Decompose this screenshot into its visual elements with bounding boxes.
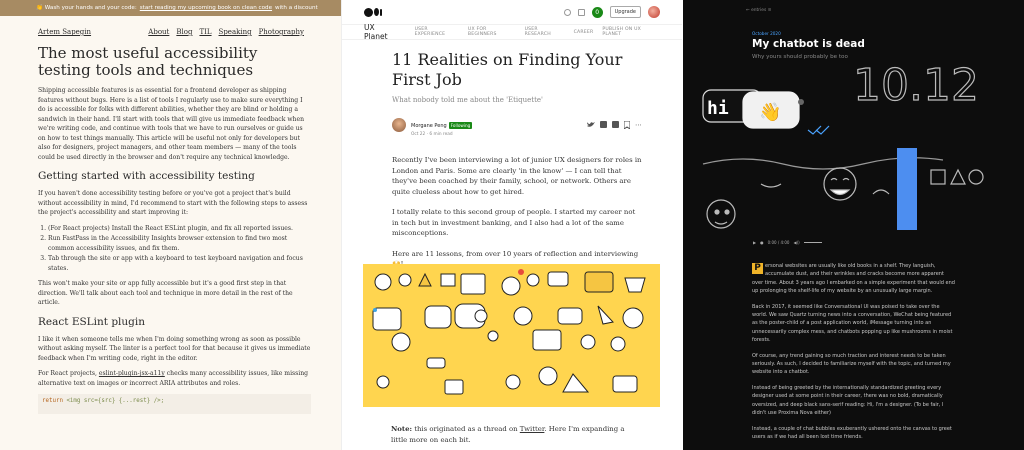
wave-icon: 👋 [759,102,781,123]
pub-link-publish[interactable]: PUBLISH ON UX PLANET [602,27,660,37]
following-button[interactable]: Following [448,122,473,129]
author-info: Morgane Peng Following Oct 22 · 6 min rea… [411,112,473,137]
getting-started-paragraph: If you haven't done accessibility testin… [38,190,308,216]
banner-prefix: 👏 Wash your hands and your code: [36,5,137,11]
react-paragraph-2: For React projects, eslint-plugin-jsx-a1… [38,369,311,388]
code-block: return <img src={src} {...rest} />; [38,394,311,414]
post-paragraph: Instead, a couple of chat bubbles exuber… [752,425,952,440]
react-p2-prefix: For React projects, [38,370,97,377]
site-nav: Artem Sapegin About Blog TIL Speaking Ph… [0,16,341,36]
post-body: Personal websites are usually like old b… [752,262,955,448]
medium-article: 11 Realities on Finding Your First Job W… [342,40,682,270]
facebook-icon[interactable] [612,121,619,128]
post-paragraph: Instead of being greeted by the internat… [752,384,944,417]
volume-icon[interactable]: ◀)) [793,240,799,245]
medium-paragraph: Recently I've been interviewing a lot of… [392,156,642,196]
note-label: Note: [391,425,413,433]
note-text-1: this originated as a thread on [412,425,520,433]
left-article-body: The most useful accessibility testing to… [0,36,341,414]
publication-name[interactable]: UX Planet [364,23,400,41]
post-paragraph: Back in 2017, it seemed like Conversatio… [752,303,953,344]
site-brand-link[interactable]: Artem Sapegin [38,28,91,36]
bookmarks-icon[interactable] [577,8,585,16]
step-item: Run FastPass in the Accessibility Insigh… [48,234,311,253]
medium-article-title: 11 Realities on Finding Your First Job [392,50,623,89]
pub-link-user-research[interactable]: USER RESEARCH [525,27,565,37]
code-rest: <img src={src} {...rest} />; [62,398,165,404]
player-time: 0:00 / 4:00 [767,240,790,245]
hero-hi-text: hi [707,98,729,119]
article-intro: Shipping accessible features is as essen… [38,87,304,161]
left-article-pane: 👏 Wash your hands and your code: start r… [0,0,341,450]
post-subtitle: Why yours should probably be too [752,54,848,60]
hero-numbers: 10.12 [853,64,979,111]
heading-react-eslint: React ESLint plugin [38,315,146,328]
getting-started-paragraph-2: This won't make your site or app fully a… [38,280,293,306]
play-icon[interactable]: ▶ [753,240,756,245]
user-avatar[interactable] [648,6,660,18]
linkedin-icon[interactable] [600,121,607,128]
share-actions: ⋯ [587,120,642,129]
code-keyword: return [42,398,63,404]
twitter-thread-link[interactable]: Twitter [520,425,545,433]
hero-illustration: 10.12 hi 👋 [702,64,984,230]
react-paragraph-1: I like it when someone tells me when I'm… [38,335,311,362]
upgrade-button[interactable]: Upgrade [609,6,641,18]
twitter-icon[interactable] [587,121,595,128]
step-item: Tab through the site or app with a keybo… [48,254,311,273]
dot-icon: ● [760,240,764,245]
nav-link-blog[interactable]: Blog [176,28,192,36]
medium-article-subtitle: What nobody told me about the 'Etiquette… [392,96,543,104]
author-name[interactable]: Morgane Peng [411,123,447,129]
post-date: October 2020 [752,31,781,36]
audio-player: ▶ ● 0:00 / 4:00 ◀)) [753,240,822,245]
article-date: Oct 22 · 6 min read [411,132,453,137]
eslint-plugin-link[interactable]: eslint-plugin-jsx-a11y [99,370,165,377]
nav-link-photography[interactable]: Photography [259,28,304,36]
step-item: (For React projects) Install the React E… [48,224,311,234]
post-paragraph: Personal websites are usually like old b… [752,262,955,296]
post-paragraph: Of course, any trend gaining so much tra… [752,352,951,376]
medium-article-body: Recently I've been interviewing a lot of… [392,155,642,270]
article-title: The most useful accessibility testing to… [38,44,258,79]
drop-cap: P [752,263,763,274]
steps-list: (For React projects) Install the React E… [38,224,311,274]
medium-top-bar: 0 Upgrade [342,0,682,24]
publication-nav: UX Planet USER EXPERIENCE UX FOR BEGINNE… [342,23,682,41]
pub-link-career[interactable]: CAREER [574,30,594,35]
post-paragraph-text: ersonal websites are usually like old bo… [752,263,955,295]
post-title: My chatbot is dead [752,38,865,50]
nav-link-about[interactable]: About [148,28,169,36]
nav-links: About Blog TIL Speaking Photography [148,28,304,36]
pub-link-ux-for-beginners[interactable]: UX FOR BEGINNERS [468,27,516,37]
promo-banner: 👏 Wash your hands and your code: start r… [0,0,341,16]
back-to-entries-link[interactable]: ← entries ≡ [746,8,771,13]
author-avatar[interactable] [392,117,406,132]
banner-suffix: with a discount [275,5,318,11]
medium-top-actions: 0 Upgrade [563,6,660,18]
medium-logo-icon[interactable] [364,7,382,17]
nav-link-til[interactable]: TIL [199,28,211,36]
volume-slider[interactable] [803,242,822,243]
more-options-icon[interactable]: ⋯ [635,121,642,129]
bookmark-icon[interactable] [624,120,630,129]
nav-link-speaking[interactable]: Speaking [219,28,252,36]
stickers-illustration [363,264,660,407]
pub-link-user-experience[interactable]: USER EXPERIENCE [415,27,459,37]
medium-paragraph: I totally relate to this second group of… [392,208,636,237]
heading-getting-started: Getting started with accessibility testi… [38,170,255,182]
author-row: Morgane Peng Following Oct 22 · 6 min rea… [392,112,642,137]
notifications-badge[interactable]: 0 [591,6,603,18]
search-icon[interactable] [563,8,571,16]
dark-article-pane: ← entries ≡ October 2020 My chatbot is d… [683,0,1024,450]
banner-book-link[interactable]: start reading my upcoming book on clean … [140,5,272,11]
medium-note: Note: this originated as a thread on Twi… [391,424,641,445]
